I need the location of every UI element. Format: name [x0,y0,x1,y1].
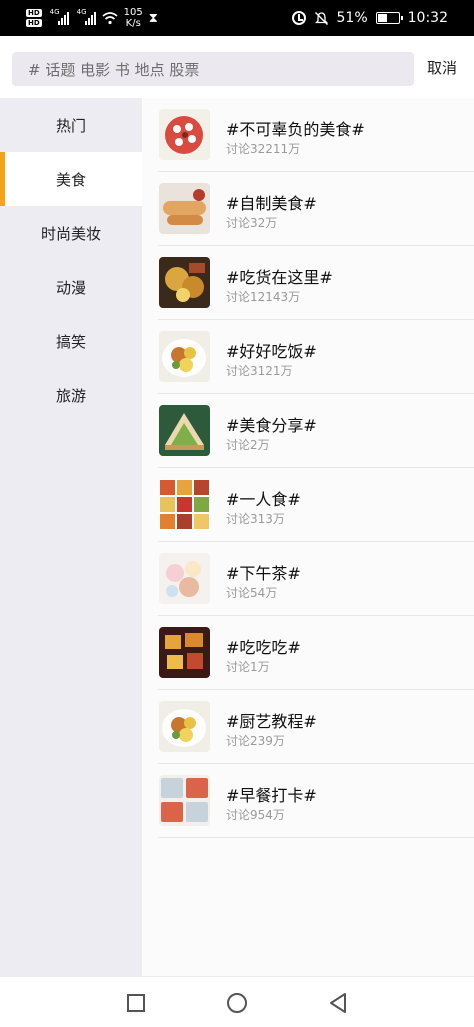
food-tofu-image [159,627,210,678]
topic-title: #下午茶# [226,564,301,583]
home-button[interactable] [225,991,249,1015]
status-bar: HD HD 4G 4G 105 K/s ⧗ 51% 10:32 [0,0,474,36]
sidebar-item-label: 时尚美妆 [40,224,101,243]
sidebar-item-travel[interactable]: 旅游 [0,368,142,422]
topic-title: #美食分享# [226,416,317,435]
food-snacks-image [159,257,210,308]
signal-icon: 4G [50,8,69,25]
food-rolls-image [159,183,210,234]
food-plate-image [159,701,210,752]
signal-icon: 4G [77,8,96,25]
hourglass-icon: ⧗ [148,10,158,26]
search-input[interactable]: # 话题 电影 书 地点 股票 [12,52,414,86]
list-item[interactable]: #吃货在这里# 讨论12143万 [142,246,474,320]
topic-title: #厨艺教程# [226,712,317,731]
clock: 10:32 [407,10,448,26]
topic-discussion-count: 讨论3121万 [226,364,293,378]
sidebar-item-label: 搞笑 [55,332,86,351]
hd-icon: HD [26,9,42,17]
topic-title: #吃货在这里# [226,268,333,287]
topic-title: #自制美食# [226,194,317,213]
status-left: HD HD 4G 4G 105 K/s ⧗ [26,4,158,32]
cancel-button[interactable]: 取消 [427,57,457,78]
list-item[interactable]: #自制美食# 讨论32万 [142,172,474,246]
navigation-bar [0,976,474,1027]
food-tea-image [159,553,210,604]
list-item[interactable]: #好好吃饭# 讨论3121万 [142,320,474,394]
topic-discussion-count: 讨论12143万 [226,290,301,304]
hd-icon: HD [26,19,42,27]
topic-discussion-count: 讨论32万 [226,216,278,230]
status-right: 51% 10:32 [291,0,448,36]
battery-percent: 51% [336,10,368,26]
list-item[interactable]: #下午茶# 讨论54万 [142,542,474,616]
sidebar-item-hot[interactable]: 热门 [0,98,142,152]
speed-unit: K/s [125,18,141,29]
battery-icon [375,12,403,24]
topic-discussion-count: 讨论1万 [226,660,270,674]
sidebar-item-funny[interactable]: 搞笑 [0,314,142,368]
sidebar-item-label: 旅游 [55,386,86,405]
topic-discussion-count: 讨论2万 [226,438,270,452]
circle-icon [227,993,247,1013]
topic-discussion-count: 讨论32211万 [226,142,301,156]
search-header: # 话题 电影 书 地点 股票 取消 [0,36,474,98]
hd-indicators: HD HD [26,9,42,27]
topic-title: #好好吃饭# [226,342,317,361]
list-item[interactable]: #美食分享# 讨论2万 [142,394,474,468]
food-breakfast-image [159,775,210,826]
topic-title: #吃吃吃# [226,638,301,657]
recents-button[interactable] [124,991,148,1015]
list-item[interactable]: #一人食# 讨论313万 [142,468,474,542]
network-type-label: 4G [76,8,87,16]
topic-list: #不可辜负的美食# 讨论32211万 #自制美食# 讨论32万 #吃货在这里# 讨论121… [142,98,474,976]
back-button[interactable] [326,991,350,1015]
topic-discussion-count: 讨论954万 [226,808,285,822]
topic-discussion-count: 讨论313万 [226,512,285,526]
sidebar-item-label: 热门 [55,116,86,135]
square-icon [127,994,145,1012]
topic-title: #早餐打卡# [226,786,317,805]
wifi-icon [102,12,118,25]
sidebar-item-anime[interactable]: 动漫 [0,260,142,314]
category-sidebar: 热门 美食 时尚美妆 动漫 搞笑 旅游 [0,98,142,976]
list-item[interactable]: #吃吃吃# 讨论1万 [142,616,474,690]
network-type-label: 4G [49,8,60,16]
food-plate-image [159,331,210,382]
topic-title: #不可辜负的美食# [226,120,365,139]
sidebar-item-label: 动漫 [55,278,86,297]
network-speed: 105 K/s [124,7,143,29]
topic-discussion-count: 讨论54万 [226,586,278,600]
food-grid-image [159,479,210,530]
topic-title: #一人食# [226,490,301,509]
speed-value: 105 [123,7,143,18]
list-item[interactable]: #厨艺教程# 讨论239万 [142,690,474,764]
sidebar-item-label: 美食 [55,170,86,189]
list-item[interactable]: #早餐打卡# 讨论954万 [142,764,474,838]
sidebar-item-food[interactable]: 美食 [0,152,142,206]
alarm-icon [291,11,306,25]
sidebar-item-fashion-beauty[interactable]: 时尚美妆 [0,206,142,260]
triangle-back-icon [330,993,346,1013]
list-item[interactable]: #不可辜负的美食# 讨论32211万 [142,98,474,172]
food-cake-image [159,109,210,160]
mute-bell-icon [314,11,328,25]
food-sandwich-image [159,405,210,456]
topic-discussion-count: 讨论239万 [226,734,285,748]
